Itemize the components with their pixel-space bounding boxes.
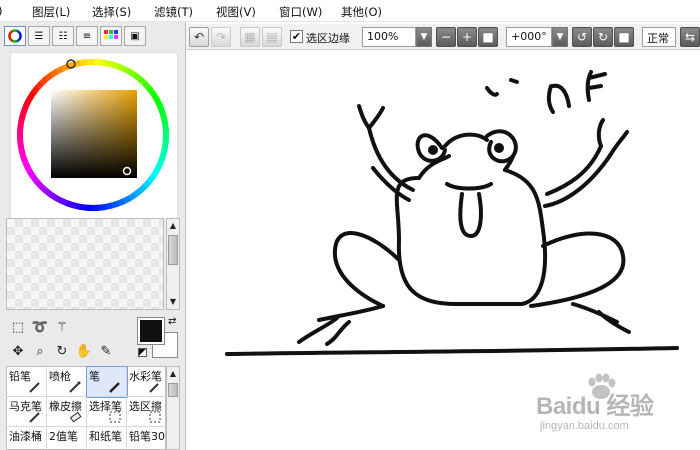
menu-window[interactable]: 窗口(W) [279,4,322,20]
left-panel: ☰ ☷ ≡ ▣ ▲ ▼ ⬚ ➰ ⚚ ✥ ⌕ ↻ ✋ ✎ ⇄ 铅笔 喷枪 笔 水彩… [0,22,186,450]
rotation-dropdown-icon[interactable]: ▼ [552,27,568,47]
lasso-icon[interactable]: ➰ [30,318,50,336]
watermark-brand: Baidu 经验 [536,393,654,420]
menu-layer[interactable]: 图层(L) [32,4,70,20]
scroll-down-icon[interactable]: ▼ [168,296,178,308]
undo-button[interactable]: ↶ [189,27,209,47]
move-icon[interactable]: ✥ [8,342,28,360]
color-swatches: ⇄ [134,316,182,364]
baidu-watermark: Baidu 经验 jingyan.baidu.com [534,372,694,442]
scrollbar-thumb[interactable] [168,383,178,397]
tab-rgb-sliders[interactable]: ☰ [28,26,50,46]
magic-wand-icon[interactable]: ⚚ [52,318,72,336]
tab-swatches[interactable]: ≡ [76,26,98,46]
eraser-icon [69,411,82,423]
select-eraser-icon [149,411,161,423]
brush-select-eraser[interactable]: 选区擦 [127,397,167,427]
color-mode-tabs: ☰ ☷ ≡ ▣ [4,26,182,48]
airbrush-icon [69,381,81,393]
canvas-toolbar: ↶ ↷ ▦ ▤ ✔ 选区边缘 100% ▼ − + ■ +000° ▼ ↺ ↻ … [186,24,700,50]
color-grid-icon [104,30,118,39]
watercolor-icon [149,383,159,393]
zoom-tool-icon[interactable]: ⌕ [30,342,50,360]
color-picker[interactable] [10,52,178,220]
select-pen-icon [109,411,121,423]
hsv-sliders-icon: ☷ [58,30,68,42]
marker-icon [29,412,40,423]
brush-pencil-30[interactable]: 铅笔30 [127,427,167,450]
reset-colors-icon[interactable] [138,348,147,357]
rotation-reset-button[interactable]: ■ [614,27,634,47]
brush-watercolor[interactable]: 水彩笔 [127,367,167,397]
scratchpad-scrollbar[interactable]: ▲ ▼ [166,218,180,310]
menu-bar: ) 图层(L) 选择(S) 滤镜(T) 视图(V) 窗口(W) 其他(O) [0,0,700,22]
scroll-up-icon[interactable]: ▲ [168,368,178,380]
menu-file[interactable]: ) [0,4,3,18]
brush-eraser[interactable]: 橡皮擦 [47,397,87,427]
brush-binary-pen[interactable]: 2值笔 [47,427,87,450]
scrollbar-thumb[interactable] [168,235,178,265]
brush-select-pen[interactable]: 选择笔 [87,397,127,427]
rgb-sliders-icon: ☰ [34,30,44,42]
selection-edge-checkbox[interactable]: ✔ [290,30,303,43]
rotation-field[interactable]: +000° [506,27,552,47]
hand-tool-icon[interactable]: ✋ [74,342,94,360]
zoom-in-button[interactable]: + [457,27,477,47]
rotate-tool-icon[interactable]: ↻ [52,342,72,360]
brush-pencil[interactable]: 铅笔 [7,367,47,397]
scroll-up-icon[interactable]: ▲ [168,220,178,232]
brush-label: 铅笔30 [129,430,165,443]
pencil-icon [29,382,40,393]
brush-label: 油漆桶 [9,430,42,443]
brush-tool-grid: 铅笔 喷枪 笔 水彩笔 马克笔 橡皮擦 选择笔 选区擦 油漆桶 2值笔 和纸笔 … [6,366,167,450]
foreground-color-swatch[interactable] [137,317,165,345]
menu-other[interactable]: 其他(O) [341,4,382,20]
brush-label: 笔 [89,370,100,383]
menu-select[interactable]: 选择(S) [92,4,131,20]
rotate-right-button[interactable]: ↻ [593,27,613,47]
tab-hsv-sliders[interactable]: ☷ [52,26,74,46]
zoom-dropdown-icon[interactable]: ▼ [416,27,432,47]
tool-palette: ⬚ ➰ ⚚ ✥ ⌕ ↻ ✋ ✎ [6,318,116,362]
watermark-url: jingyan.baidu.com [540,420,629,432]
flip-horizontal-button[interactable]: ⇆ [680,27,700,47]
rect-select-icon[interactable]: ⬚ [8,318,28,336]
tab-scratchpad[interactable]: ▣ [124,26,146,46]
brush-grid-scrollbar[interactable]: ▲ [166,366,180,450]
eyedropper-icon[interactable]: ✎ [96,342,116,360]
selection-edge-label: 选区边缘 [306,32,350,45]
deselect-button[interactable]: ▦ [240,27,260,47]
scratchpad-icon: ▣ [130,30,140,42]
brush-pen[interactable]: 笔 [86,366,128,398]
pen-icon [109,382,120,393]
zoom-out-button[interactable]: − [436,27,456,47]
color-wheel-icon [8,29,22,43]
brush-washi-pen[interactable]: 和纸笔 [87,427,127,450]
brush-label: 和纸笔 [89,430,122,443]
swatches-list-icon: ≡ [82,30,92,42]
rotate-left-button[interactable]: ↺ [572,27,592,47]
zoom-field[interactable]: 100% [362,27,416,47]
brush-airbrush[interactable]: 喷枪 [47,367,87,397]
menu-view[interactable]: 视图(V) [216,4,256,20]
redo-button[interactable]: ↷ [211,27,231,47]
hue-wheel[interactable] [11,53,179,221]
tab-color-grid[interactable] [100,26,122,46]
tab-color-wheel[interactable] [4,26,26,46]
invert-selection-button[interactable]: ▤ [262,27,282,47]
scratchpad-area[interactable] [6,218,164,310]
zoom-reset-button[interactable]: ■ [478,27,498,47]
blend-mode-field[interactable]: 正常 [642,27,676,47]
brush-bucket[interactable]: 油漆桶 [7,427,47,450]
menu-filter[interactable]: 滤镜(T) [154,4,193,20]
swap-colors-icon[interactable]: ⇄ [168,316,176,327]
brush-marker[interactable]: 马克笔 [7,397,47,427]
brush-label: 2值笔 [49,430,78,443]
